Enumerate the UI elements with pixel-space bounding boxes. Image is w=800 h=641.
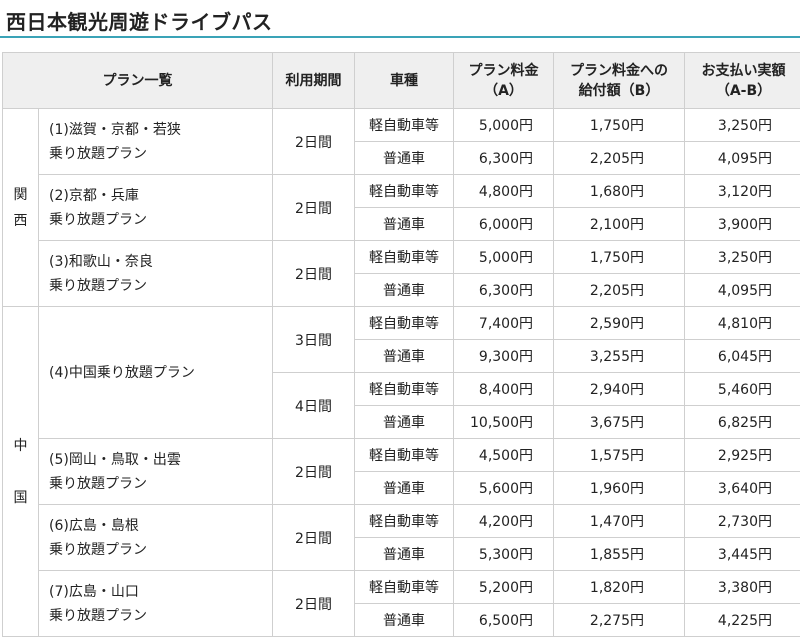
table-row: 中国 (4)中国乗り放題プラン 3日間 軽自動車等 7,400円 2,590円 … [2, 306, 800, 637]
price-a: 5,200円 [453, 570, 554, 604]
payment-ab: 4,095円 [684, 273, 800, 307]
payment-ab: 4,810円 [684, 306, 800, 340]
benefit-b: 1,470円 [553, 504, 685, 538]
car-type: 普通車 [354, 405, 454, 439]
price-a: 6,300円 [453, 141, 554, 175]
payment-ab: 5,460円 [684, 372, 800, 406]
header-price-a: プラン料金 （A） [453, 52, 554, 109]
table-header-row: プラン一覧 利用期間 車種 プラン料金 （A） プラン料金への 給付額（B） お支払… [2, 52, 800, 109]
benefit-b: 2,275円 [553, 603, 685, 637]
page-title: 西日本観光周遊ドライブパス [6, 10, 273, 34]
header-car: 車種 [354, 52, 454, 109]
table-row: (7)広島・山口 乗り放題プラン 2日間 軽自動車等 5,200円 1,820円 … [3, 570, 800, 637]
payment-ab: 4,225円 [684, 603, 800, 637]
payment-ab: 2,730円 [684, 504, 800, 538]
price-a: 6,300円 [453, 273, 554, 307]
benefit-b: 2,590円 [553, 306, 685, 340]
price-a: 5,000円 [453, 240, 554, 274]
price-a: 9,300円 [453, 339, 554, 373]
region-kansai: 関西 [2, 108, 39, 307]
region-chugoku: 中国 [2, 306, 39, 637]
price-a: 7,400円 [453, 306, 554, 340]
benefit-b: 1,750円 [553, 108, 685, 142]
plan-period: 2日間 [272, 504, 355, 571]
table-row: (5)岡山・鳥取・出雲 乗り放題プラン 2日間 軽自動車等 4,500円 1,57… [3, 438, 800, 505]
payment-ab: 3,250円 [684, 108, 800, 142]
plan-name: (3)和歌山・奈良 乗り放題プラン [38, 240, 273, 307]
car-type: 普通車 [354, 537, 454, 571]
benefit-b: 2,205円 [553, 273, 685, 307]
car-type: 軽自動車等 [354, 240, 454, 274]
plan-period: 2日間 [272, 438, 355, 505]
price-a: 4,500円 [453, 438, 554, 472]
price-a: 4,200円 [453, 504, 554, 538]
table-row: 関西 (1)滋賀・京都・若狭 乗り放題プラン 2日間 軽自動車等 5,000円 1… [2, 108, 800, 307]
plan-period: 2日間 [272, 108, 355, 175]
table-row: (2)京都・兵庫 乗り放題プラン 2日間 軽自動車等 4,800円 1,680円 … [3, 174, 800, 241]
payment-ab: 2,925円 [684, 438, 800, 472]
benefit-b: 2,100円 [553, 207, 685, 241]
table-row: (3)和歌山・奈良 乗り放題プラン 2日間 軽自動車等 5,000円 1,750円… [3, 240, 800, 307]
price-a: 5,300円 [453, 537, 554, 571]
plan-name: (1)滋賀・京都・若狭 乗り放題プラン [38, 108, 273, 175]
table-row: (6)広島・島根 乗り放題プラン 2日間 軽自動車等 4,200円 1,470円 … [3, 504, 800, 571]
header-benefit-b: プラン料金への 給付額（B） [553, 52, 685, 109]
payment-ab: 3,250円 [684, 240, 800, 274]
page-title-bar: 西日本観光周遊ドライブパス [0, 0, 800, 38]
benefit-b: 1,680円 [553, 174, 685, 208]
price-a: 10,500円 [453, 405, 554, 439]
plan-period: 2日間 [272, 570, 355, 637]
benefit-b: 1,820円 [553, 570, 685, 604]
car-type: 軽自動車等 [354, 504, 454, 538]
payment-ab: 3,120円 [684, 174, 800, 208]
plan-period: 4日間 [272, 372, 355, 439]
payment-ab: 3,640円 [684, 471, 800, 505]
benefit-b: 3,675円 [553, 405, 685, 439]
payment-ab: 3,380円 [684, 570, 800, 604]
price-a: 5,000円 [453, 108, 554, 142]
benefit-b: 1,960円 [553, 471, 685, 505]
car-type: 普通車 [354, 141, 454, 175]
fare-table: プラン一覧 利用期間 車種 プラン料金 （A） プラン料金への 給付額（B） お支払… [2, 52, 800, 637]
price-a: 8,400円 [453, 372, 554, 406]
payment-ab: 6,045円 [684, 339, 800, 373]
header-period: 利用期間 [272, 52, 355, 109]
plan-name: (5)岡山・鳥取・出雲 乗り放題プラン [38, 438, 273, 505]
price-a: 6,000円 [453, 207, 554, 241]
car-type: 普通車 [354, 603, 454, 637]
plan-name: (7)広島・山口 乗り放題プラン [38, 570, 273, 637]
car-type: 軽自動車等 [354, 372, 454, 406]
benefit-b: 3,255円 [553, 339, 685, 373]
car-type: 軽自動車等 [354, 306, 454, 340]
plan-period: 2日間 [272, 174, 355, 241]
header-plan: プラン一覧 [2, 52, 273, 109]
benefit-b: 2,940円 [553, 372, 685, 406]
price-a: 5,600円 [453, 471, 554, 505]
benefit-b: 1,750円 [553, 240, 685, 274]
plan-period: 3日間 [272, 306, 355, 373]
benefit-b: 2,205円 [553, 141, 685, 175]
header-payment: お支払い実額 （A-B） [684, 52, 800, 109]
payment-ab: 3,900円 [684, 207, 800, 241]
car-type: 軽自動車等 [354, 174, 454, 208]
payment-ab: 4,095円 [684, 141, 800, 175]
plan-name: (2)京都・兵庫 乗り放題プラン [38, 174, 273, 241]
payment-ab: 6,825円 [684, 405, 800, 439]
plan-name: (6)広島・島根 乗り放題プラン [38, 504, 273, 571]
car-type: 軽自動車等 [354, 438, 454, 472]
price-a: 4,800円 [453, 174, 554, 208]
payment-ab: 3,445円 [684, 537, 800, 571]
plan-period: 2日間 [272, 240, 355, 307]
car-type: 普通車 [354, 471, 454, 505]
car-type: 軽自動車等 [354, 108, 454, 142]
car-type: 軽自動車等 [354, 570, 454, 604]
car-type: 普通車 [354, 207, 454, 241]
price-a: 6,500円 [453, 603, 554, 637]
benefit-b: 1,855円 [553, 537, 685, 571]
car-type: 普通車 [354, 339, 454, 373]
benefit-b: 1,575円 [553, 438, 685, 472]
plan-name: (4)中国乗り放題プラン [38, 306, 273, 439]
car-type: 普通車 [354, 273, 454, 307]
